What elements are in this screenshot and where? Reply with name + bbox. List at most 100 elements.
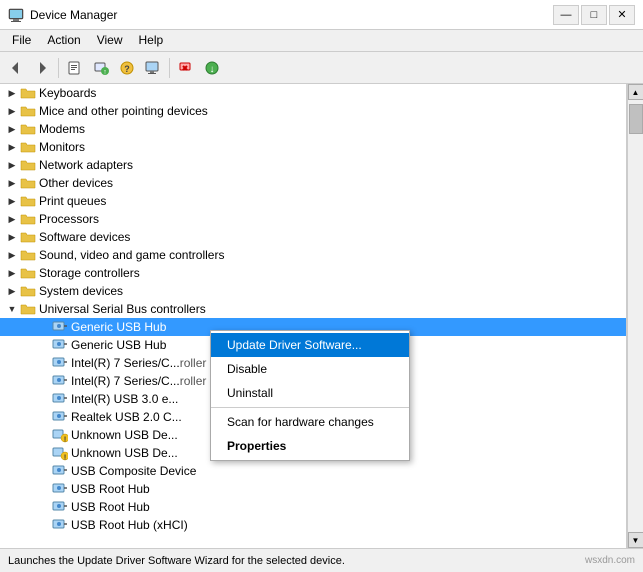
help-button[interactable]: ? — [115, 56, 139, 80]
tree-item-processors[interactable]: ▶ Processors — [0, 210, 626, 228]
menu-help[interactable]: Help — [131, 32, 172, 49]
expand-icon[interactable]: ▶ — [4, 229, 20, 245]
expand-icon[interactable]: ▶ — [4, 247, 20, 263]
download-button[interactable]: ↓ — [200, 56, 224, 80]
forward-button[interactable] — [30, 56, 54, 80]
tree-container: ▶ Keyboards▶ Mice and other pointing dev… — [0, 84, 626, 534]
expand-icon[interactable]: ▶ — [4, 121, 20, 137]
ctx-item-properties[interactable]: Properties — [211, 434, 409, 458]
item-label: Universal Serial Bus controllers — [39, 302, 206, 316]
device-icon-intel1 — [52, 355, 68, 371]
tree-item-software[interactable]: ▶ Software devices — [0, 228, 626, 246]
item-label: Monitors — [39, 140, 85, 154]
device-icon-roothub2 — [52, 499, 68, 515]
item-label: System devices — [39, 284, 123, 298]
item-label: Print queues — [39, 194, 106, 208]
tree-pane: ▶ Keyboards▶ Mice and other pointing dev… — [0, 84, 627, 548]
expand-icon[interactable]: ▶ — [4, 139, 20, 155]
tree-item-modems[interactable]: ▶ Modems — [0, 120, 626, 138]
device-icon-sound — [20, 247, 36, 263]
close-button[interactable]: ✕ — [609, 5, 635, 25]
device-icon-roothub1 — [52, 481, 68, 497]
item-label: USB Composite Device — [71, 464, 196, 478]
device-icon-usb — [20, 301, 36, 317]
uninstall-button[interactable] — [174, 56, 198, 80]
expand-icon[interactable]: ▶ — [4, 265, 20, 281]
ctx-item-scan[interactable]: Scan for hardware changes — [211, 410, 409, 434]
tree-item-mice[interactable]: ▶ Mice and other pointing devices — [0, 102, 626, 120]
tree-item-monitors[interactable]: ▶ Monitors — [0, 138, 626, 156]
svg-text:?: ? — [124, 64, 130, 74]
back-button[interactable] — [4, 56, 28, 80]
scroll-down-arrow[interactable]: ▼ — [628, 532, 643, 548]
ctx-item-uninstall[interactable]: Uninstall — [211, 381, 409, 405]
scan-button[interactable] — [141, 56, 165, 80]
tree-item-print[interactable]: ▶ Print queues — [0, 192, 626, 210]
item-label: Network adapters — [39, 158, 133, 172]
item-label: Generic USB Hub — [71, 338, 166, 352]
device-icon-keyboards — [20, 85, 36, 101]
tree-item-usb[interactable]: ▼ Universal Serial Bus controllers — [0, 300, 626, 318]
device-icon-roothub3 — [52, 517, 68, 533]
main-content: ▶ Keyboards▶ Mice and other pointing dev… — [0, 84, 643, 548]
title-text: Device Manager — [30, 8, 117, 22]
tree-item-sound[interactable]: ▶ Sound, video and game controllers — [0, 246, 626, 264]
scroll-thumb[interactable] — [629, 104, 643, 134]
expand-icon[interactable]: ▶ — [4, 103, 20, 119]
item-label: USB Root Hub (xHCI) — [71, 518, 188, 532]
device-icon-modems — [20, 121, 36, 137]
tree-item-roothub2[interactable]: USB Root Hub — [0, 498, 626, 516]
tree-item-network[interactable]: ▶ Network adapters — [0, 156, 626, 174]
scroll-up-arrow[interactable]: ▲ — [628, 84, 643, 100]
menu-file[interactable]: File — [4, 32, 39, 49]
svg-text:!: ! — [64, 455, 66, 462]
menu-action[interactable]: Action — [39, 32, 88, 49]
expand-icon[interactable]: ▶ — [4, 283, 20, 299]
toolbar-separator-1 — [58, 58, 59, 78]
device-icon-system — [20, 283, 36, 299]
device-icon-print — [20, 193, 36, 209]
svg-text:↓: ↓ — [210, 64, 215, 75]
expand-icon[interactable]: ▶ — [4, 157, 20, 173]
device-icon-unknown2: ! — [52, 445, 68, 461]
title-bar-left: Device Manager — [8, 7, 117, 23]
tree-item-composite[interactable]: USB Composite Device — [0, 462, 626, 480]
device-icon-generic1 — [52, 319, 68, 335]
item-label: Modems — [39, 122, 85, 136]
toolbar-separator-2 — [169, 58, 170, 78]
minimize-button[interactable]: — — [553, 5, 579, 25]
device-icon-network — [20, 157, 36, 173]
update-driver-button[interactable]: ↑ — [89, 56, 113, 80]
device-icon-realtek — [52, 409, 68, 425]
item-label: Realtek USB 2.0 C... — [71, 410, 182, 424]
tree-item-system[interactable]: ▶ System devices — [0, 282, 626, 300]
tree-item-storage[interactable]: ▶ Storage controllers — [0, 264, 626, 282]
tree-item-roothub1[interactable]: USB Root Hub — [0, 480, 626, 498]
expand-icon[interactable]: ▶ — [4, 175, 20, 191]
device-icon-composite — [52, 463, 68, 479]
tree-item-other[interactable]: ▶ Other devices — [0, 174, 626, 192]
tree-item-roothub3[interactable]: USB Root Hub (xHCI) — [0, 516, 626, 534]
ctx-item-update[interactable]: Update Driver Software... — [211, 333, 409, 357]
maximize-button[interactable]: □ — [581, 5, 607, 25]
expand-icon[interactable]: ▶ — [4, 211, 20, 227]
title-controls: — □ ✕ — [553, 5, 635, 25]
ctx-item-disable[interactable]: Disable — [211, 357, 409, 381]
device-icon-processors — [20, 211, 36, 227]
properties-button[interactable] — [63, 56, 87, 80]
device-icon-unknown1: ! — [52, 427, 68, 443]
scrollbar[interactable]: ▲ ▼ — [627, 84, 643, 548]
collapse-icon[interactable]: ▼ — [4, 301, 20, 317]
expand-icon[interactable]: ▶ — [4, 193, 20, 209]
toolbar: ↑ ? ↓ — [0, 52, 643, 84]
tree-item-keyboards[interactable]: ▶ Keyboards — [0, 84, 626, 102]
item-label: Keyboards — [39, 86, 96, 100]
item-label: Sound, video and game controllers — [39, 248, 224, 262]
item-label: Software devices — [39, 230, 130, 244]
menu-view[interactable]: View — [89, 32, 131, 49]
item-label: Intel(R) 7 Series/C... — [71, 374, 180, 388]
expand-icon[interactable]: ▶ — [4, 85, 20, 101]
device-icon-intel2 — [52, 373, 68, 389]
menubar: File Action View Help — [0, 30, 643, 52]
svg-text:↑: ↑ — [103, 69, 107, 76]
